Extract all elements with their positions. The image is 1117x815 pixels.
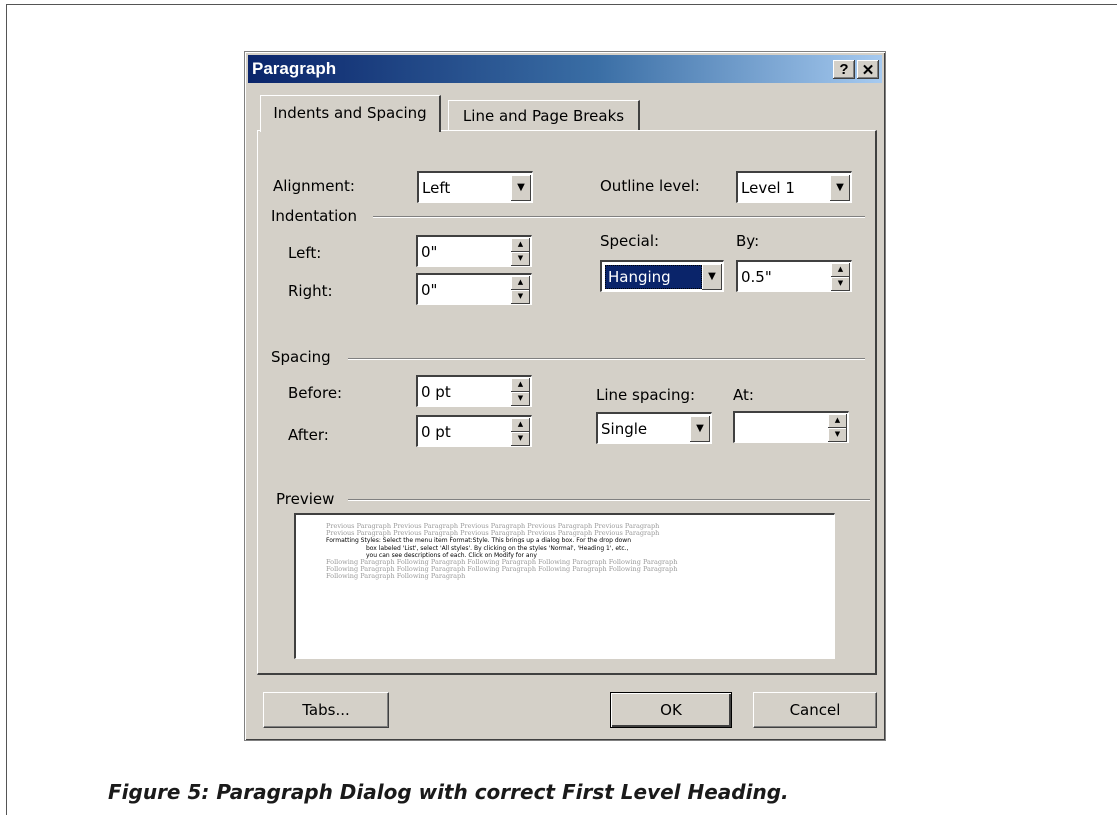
- dialog-title: Paragraph: [252, 59, 337, 78]
- alignment-value: Left: [422, 178, 451, 197]
- outline-level-select[interactable]: Level 1 ▼: [736, 171, 852, 203]
- line-spacing-label: Line spacing:: [596, 386, 696, 404]
- help-button[interactable]: ?: [833, 60, 855, 79]
- close-icon: ✕: [861, 61, 875, 79]
- line-spacing-select[interactable]: Single ▼: [596, 412, 712, 444]
- spin-up-icon[interactable]: ▲: [511, 237, 530, 252]
- close-button[interactable]: ✕: [857, 60, 879, 79]
- alignment-label: Alignment:: [273, 177, 355, 195]
- spin-down-icon[interactable]: ▼: [511, 251, 530, 266]
- figure-caption: Figure 5: Paragraph Dialog with correct …: [108, 780, 789, 804]
- spin-up-icon[interactable]: ▲: [511, 417, 530, 432]
- spin-up-icon[interactable]: ▲: [511, 377, 530, 392]
- at-field[interactable]: ▲ ▼: [733, 411, 849, 443]
- right-indent-spinner[interactable]: ▲ ▼: [511, 275, 530, 304]
- preview-main-line: box labeled 'List', select 'All styles'.…: [366, 544, 629, 552]
- preview-current-paragraph: Formatting Styles: Select the menu item …: [326, 537, 820, 559]
- spacing-divider: [348, 358, 865, 360]
- line-spacing-value: Single: [601, 419, 648, 438]
- before-spinner[interactable]: ▲ ▼: [511, 377, 530, 406]
- ok-button-label: OK: [660, 701, 682, 719]
- spin-down-icon[interactable]: ▼: [511, 431, 530, 446]
- right-indent-field[interactable]: 0" ▲ ▼: [416, 273, 532, 305]
- paragraph-dialog: Paragraph ? ✕ Indents and Spacing Line a…: [244, 51, 886, 741]
- after-label: After:: [288, 426, 329, 444]
- before-label: Before:: [288, 384, 343, 402]
- before-field[interactable]: 0 pt ▲ ▼: [416, 375, 532, 407]
- tab-line-and-page-breaks[interactable]: Line and Page Breaks: [448, 100, 640, 130]
- left-indent-value: 0": [421, 242, 438, 261]
- spin-up-icon[interactable]: ▲: [828, 413, 847, 428]
- spin-up-icon[interactable]: ▲: [511, 275, 530, 290]
- tabs-button-label: Tabs...: [302, 701, 350, 719]
- preview-main-line: Formatting Styles: Select the menu item …: [326, 537, 632, 545]
- spin-up-icon[interactable]: ▲: [831, 262, 850, 277]
- tab-label: Line and Page Breaks: [462, 106, 625, 125]
- by-spinner[interactable]: ▲ ▼: [831, 262, 850, 291]
- outline-level-value: Level 1: [741, 178, 795, 197]
- right-indent-value: 0": [421, 280, 438, 299]
- preview-following-line: Following Paragraph Following Paragraph: [326, 572, 466, 581]
- spin-down-icon[interactable]: ▼: [511, 289, 530, 304]
- indentation-divider: [373, 216, 865, 218]
- preview-section-label: Preview: [276, 490, 335, 508]
- special-select[interactable]: Hanging ▼: [600, 260, 724, 292]
- left-indent-label: Left:: [288, 244, 322, 262]
- before-value: 0 pt: [421, 382, 451, 401]
- at-label: At:: [733, 386, 754, 404]
- spin-down-icon[interactable]: ▼: [828, 427, 847, 442]
- by-field[interactable]: 0.5" ▲ ▼: [736, 260, 852, 292]
- at-spinner[interactable]: ▲ ▼: [828, 413, 847, 442]
- cancel-button[interactable]: Cancel: [753, 692, 877, 728]
- special-label: Special:: [600, 232, 660, 250]
- tab-label: Indents and Spacing: [273, 104, 427, 122]
- left-indent-field[interactable]: 0" ▲ ▼: [416, 235, 532, 267]
- spin-down-icon[interactable]: ▼: [511, 391, 530, 406]
- spin-down-icon[interactable]: ▼: [831, 276, 850, 291]
- preview-previous-line: Previous Paragraph Previous Paragraph Pr…: [326, 529, 660, 538]
- tabs-button[interactable]: Tabs...: [263, 692, 389, 728]
- right-indent-label: Right:: [288, 282, 333, 300]
- preview-divider: [348, 499, 870, 501]
- chevron-down-icon[interactable]: ▼: [690, 415, 710, 442]
- tab-indents-and-spacing[interactable]: Indents and Spacing: [260, 95, 441, 132]
- by-label: By:: [736, 232, 760, 250]
- spacing-section-label: Spacing: [271, 348, 331, 366]
- outline-level-label: Outline level:: [600, 177, 700, 195]
- alignment-select[interactable]: Left ▼: [417, 171, 533, 203]
- chevron-down-icon[interactable]: ▼: [511, 174, 531, 201]
- chevron-down-icon[interactable]: ▼: [702, 263, 722, 290]
- preview-box: Previous Paragraph Previous Paragraph Pr…: [294, 513, 835, 659]
- chevron-down-icon[interactable]: ▼: [830, 174, 850, 201]
- after-spinner[interactable]: ▲ ▼: [511, 417, 530, 446]
- indentation-section-label: Indentation: [271, 207, 357, 225]
- help-icon: ?: [839, 61, 849, 78]
- by-value: 0.5": [741, 267, 772, 286]
- title-bar[interactable]: Paragraph ? ✕: [248, 55, 882, 83]
- cancel-button-label: Cancel: [789, 701, 841, 719]
- after-field[interactable]: 0 pt ▲ ▼: [416, 415, 532, 447]
- ok-button[interactable]: OK: [610, 692, 732, 728]
- special-value-wrap: Hanging: [605, 264, 702, 289]
- after-value: 0 pt: [421, 422, 451, 441]
- special-value: Hanging: [605, 264, 702, 289]
- left-indent-spinner[interactable]: ▲ ▼: [511, 237, 530, 266]
